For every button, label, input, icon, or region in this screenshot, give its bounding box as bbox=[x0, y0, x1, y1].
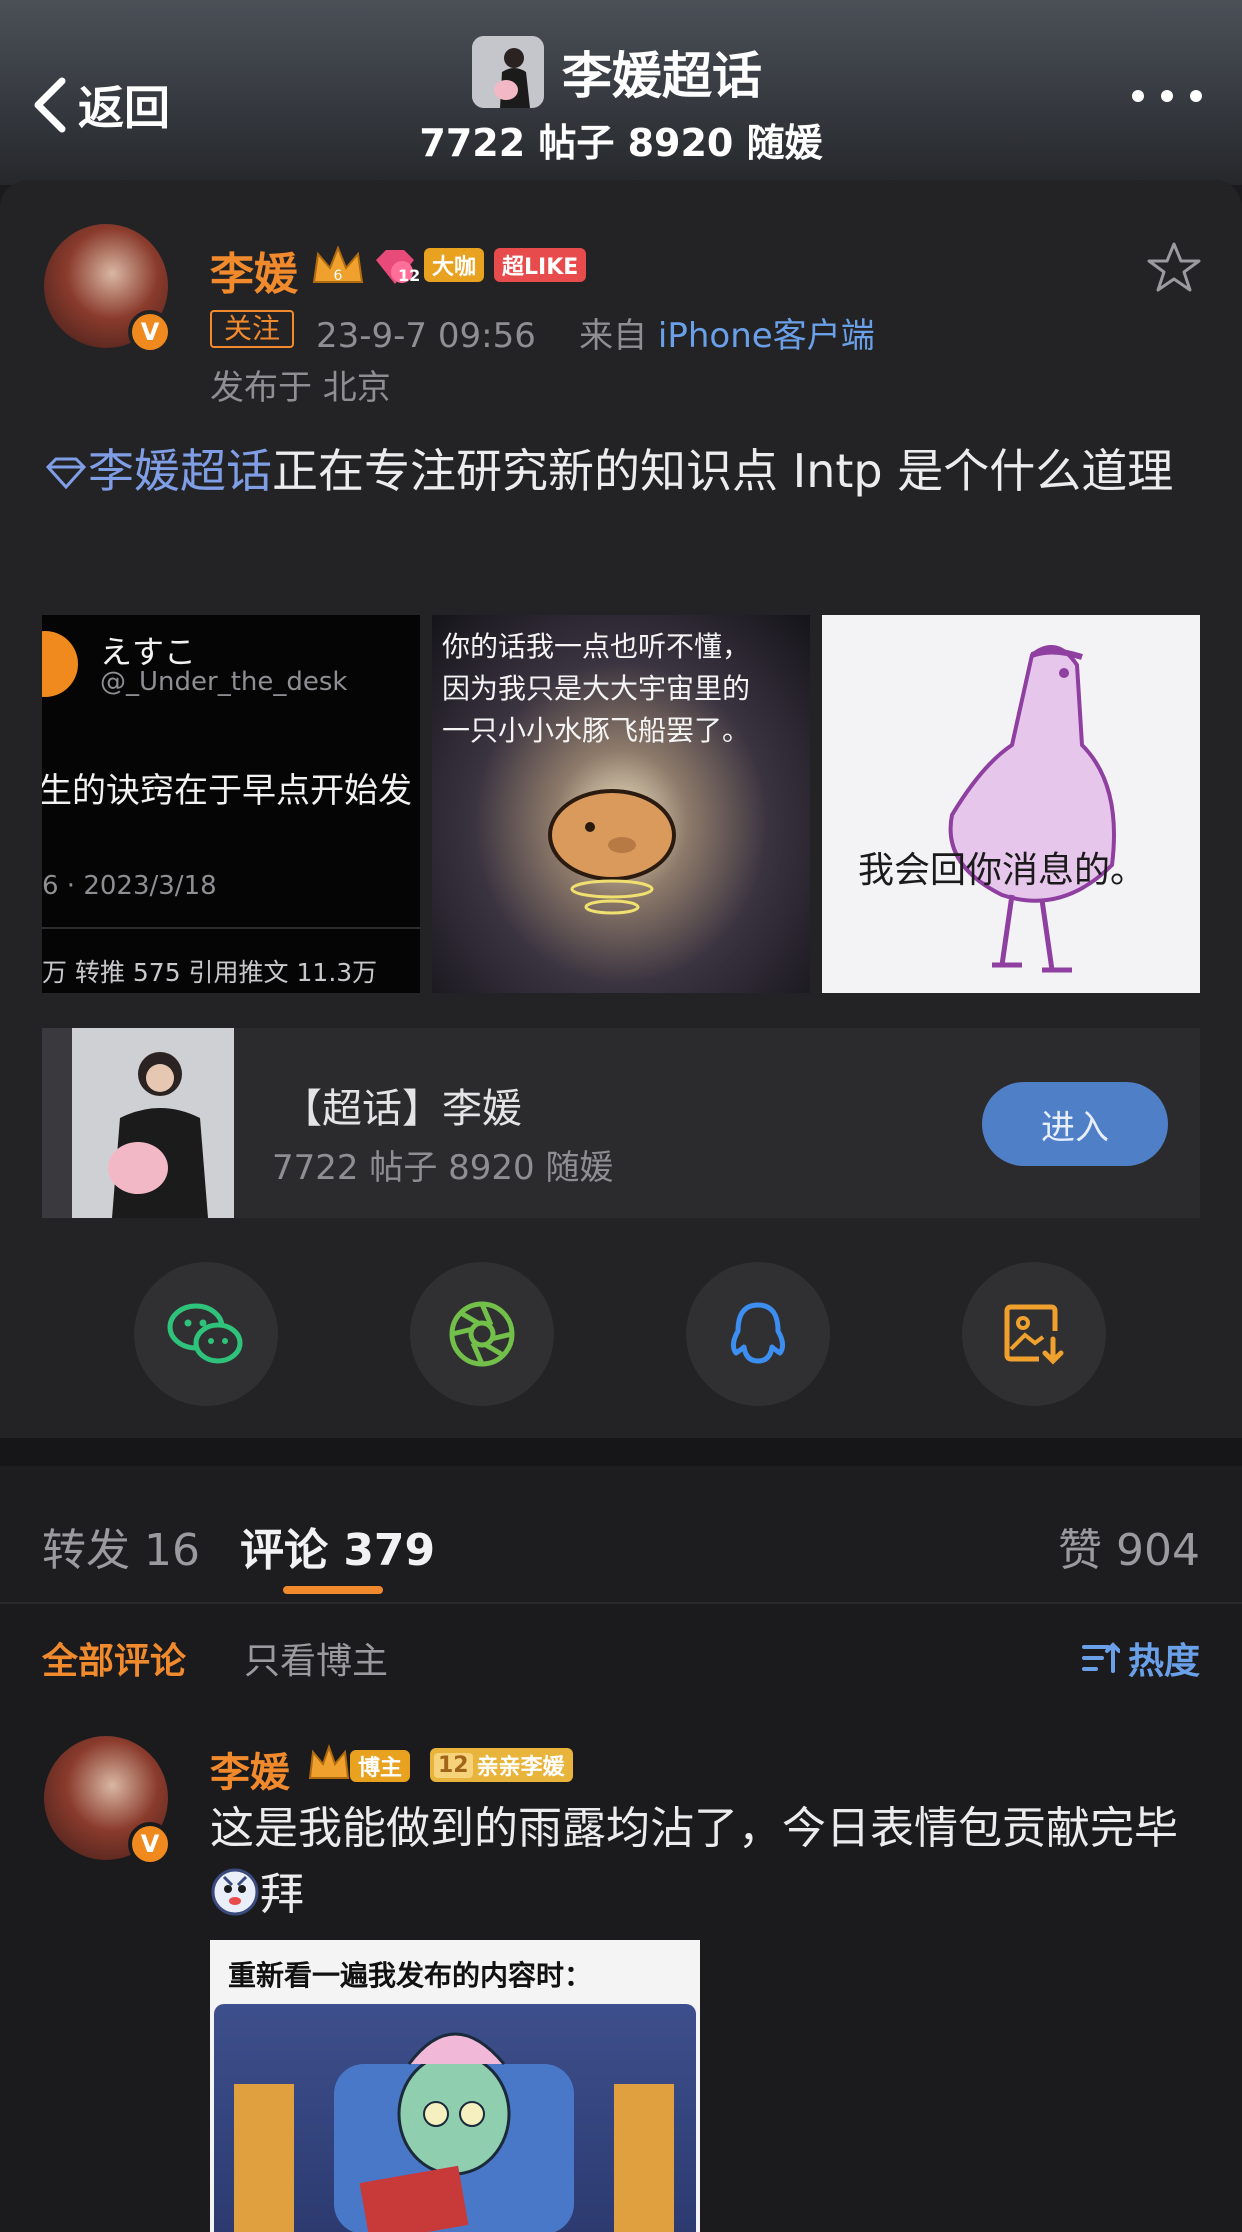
fan-badge-label: 亲亲李媛 bbox=[476, 1755, 565, 1780]
level-badge: 12 bbox=[398, 265, 421, 285]
post-image-1[interactable]: えすこ @_Under_the_desk 生的诀窍在于早点开始发 6 · 202… bbox=[42, 615, 420, 993]
comment-text-suffix: 拜 bbox=[260, 1869, 304, 1920]
author-name[interactable]: 李媛 bbox=[210, 238, 298, 302]
page: 返回 李媛超话 7722 帖子 8920 随媛 V 李媛 6 12 大咖 超LI… bbox=[0, 0, 1242, 2232]
meme-line-3: 一只小小水豚飞船罢了。 bbox=[442, 714, 751, 747]
supertopic-link[interactable]: 李媛超话 bbox=[88, 444, 272, 498]
filter-all-comments[interactable]: 全部评论 bbox=[42, 1632, 186, 1684]
top-bar: 返回 李媛超话 7722 帖子 8920 随媛 bbox=[0, 0, 1242, 185]
moments-icon bbox=[449, 1301, 515, 1367]
tweet-text: 生的诀窍在于早点开始发 bbox=[42, 771, 412, 811]
svg-text:6: 6 bbox=[334, 268, 343, 284]
tab-like[interactable]: 赞 904 bbox=[1058, 1514, 1200, 1578]
comment-image[interactable]: 重新看一遍我发布的内容时： bbox=[210, 1940, 700, 2232]
supertopic-card[interactable]: 【超话】李媛 7722 帖子 8920 随媛 进入 bbox=[42, 1028, 1200, 1218]
interaction-tabs: 转发 16 评论 379 赞 904 bbox=[0, 1466, 1242, 1602]
supertopic-avatar[interactable] bbox=[472, 36, 544, 108]
more-menu-button[interactable] bbox=[1132, 90, 1202, 114]
tab-repost[interactable]: 转发 16 bbox=[42, 1514, 200, 1578]
supertopic-title: 【超话】李媛 bbox=[282, 1086, 522, 1132]
sort-icon bbox=[1081, 1642, 1120, 1673]
save-image-button[interactable] bbox=[962, 1262, 1106, 1406]
tweet-date: 6 · 2023/3/18 bbox=[42, 871, 217, 901]
enter-supertopic-button[interactable]: 进入 bbox=[982, 1082, 1168, 1166]
comment-author-name[interactable]: 李媛 bbox=[210, 1740, 290, 1798]
owner-badge: 博主 bbox=[350, 1750, 411, 1782]
supertopic-stats: 7722 帖子 8920 随媛 bbox=[272, 1148, 614, 1188]
save-image-icon bbox=[1004, 1304, 1064, 1365]
doge-emoji-icon bbox=[211, 1868, 259, 1916]
sort-by-hot-button[interactable]: 热度 bbox=[1080, 1632, 1200, 1684]
meme-line-1: 你的话我一点也听不懂， bbox=[442, 630, 751, 663]
comment-body: 这是我能做到的雨露均沾了，今日表情包贡献完毕拜 bbox=[210, 1796, 1210, 1928]
qq-icon bbox=[730, 1302, 786, 1364]
supertopic-diamond-icon bbox=[45, 457, 87, 490]
page-subtitle: 7722 帖子 8920 随媛 bbox=[419, 121, 823, 165]
comment-image-scene bbox=[214, 2004, 696, 2232]
fan-level: 12 bbox=[434, 1752, 473, 1778]
comment-image-caption: 重新看一遍我发布的内容时： bbox=[228, 1959, 593, 1992]
section-divider bbox=[0, 1438, 1242, 1466]
post-client-link[interactable]: iPhone客户端 bbox=[658, 316, 875, 356]
post-card: V 李媛 6 12 大咖 超LIKE 关注 23-9-7 09:56 来自 iP… bbox=[0, 180, 1242, 1438]
post-time: 23-9-7 09:56 bbox=[316, 316, 536, 356]
favorite-star-icon[interactable] bbox=[1146, 240, 1202, 296]
comment-verified-badge-icon: V bbox=[128, 1822, 172, 1866]
sort-label: 热度 bbox=[1127, 1641, 1200, 1682]
comment-crown-icon bbox=[308, 1744, 350, 1779]
vip-badge: 大咖 bbox=[424, 248, 485, 282]
tweet-handle: @_Under_the_desk bbox=[100, 667, 348, 697]
post-source-prefix: 来自 bbox=[579, 316, 648, 356]
share-wechat-button[interactable] bbox=[134, 1262, 278, 1406]
follow-button[interactable]: 关注 bbox=[210, 310, 295, 348]
comment-filters: 全部评论 只看博主 热度 bbox=[0, 1604, 1242, 1704]
post-image-2[interactable]: 你的话我一点也听不懂， 因为我只是大大宇宙里的 一只小小水豚飞船罢了。 bbox=[432, 615, 810, 993]
share-moments-button[interactable] bbox=[410, 1262, 554, 1406]
page-title: 李媛超话 bbox=[562, 47, 762, 105]
crown-icon: 6 bbox=[312, 245, 364, 284]
supertopic-thumbnail bbox=[42, 1028, 234, 1218]
wechat-icon bbox=[167, 1303, 243, 1364]
meme-caption: 我会回你消息的。 bbox=[858, 850, 1147, 891]
comment-text: 这是我能做到的雨露均沾了，今日表情包贡献完毕 bbox=[210, 1803, 1178, 1854]
post-image-3[interactable]: 我会回你消息的。 bbox=[822, 615, 1200, 993]
filter-owner-only[interactable]: 只看博主 bbox=[244, 1632, 388, 1684]
post-location: 发布于 北京 bbox=[210, 368, 391, 408]
super-like-badge: 超LIKE bbox=[494, 248, 587, 282]
tab-comment[interactable]: 评论 379 bbox=[240, 1514, 435, 1578]
post-body: 李媛超话正在专注研究新的知识点 Intp 是个什么道理 bbox=[44, 436, 1204, 506]
meme-line-2: 因为我只是大大宇宙里的 bbox=[442, 672, 751, 705]
post-meta: 23-9-7 09:56 来自 iPhone客户端 bbox=[316, 308, 875, 357]
share-qq-button[interactable] bbox=[686, 1262, 830, 1406]
fan-badge: 12 亲亲李媛 bbox=[430, 1748, 573, 1782]
tweet-stats: 万 转推 575 引用推文 11.3万 bbox=[42, 958, 378, 987]
verified-badge-icon: V bbox=[128, 310, 172, 354]
post-text: 正在专注研究新的知识点 Intp 是个什么道理 bbox=[272, 444, 1174, 498]
active-tab-indicator bbox=[283, 1586, 383, 1594]
